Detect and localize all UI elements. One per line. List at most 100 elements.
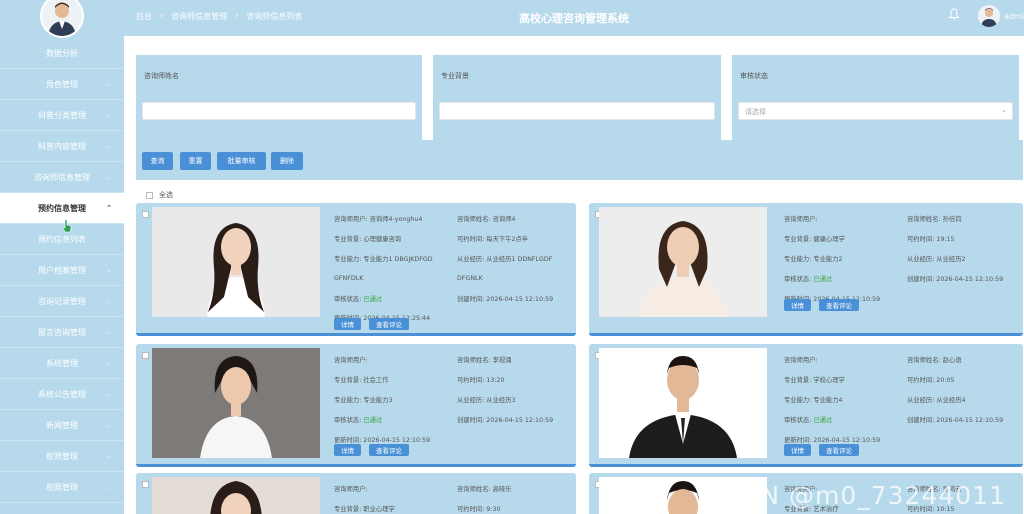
sidebar-item-label: 系统管理	[46, 358, 78, 368]
batch-review-button[interactable]: 批量审核	[217, 152, 266, 170]
sidebar-avatar-wrap	[0, 0, 124, 38]
counselor-photo	[152, 348, 320, 458]
select-all-checkbox[interactable]	[146, 191, 153, 199]
sidebar-item-consult-record[interactable]: 咨询记录管理 ⌄	[0, 286, 124, 317]
chevron-down-icon: ⌄	[106, 111, 112, 119]
major-background: 专业背景: 职业心理学	[334, 506, 395, 514]
detail-button[interactable]: 详情	[784, 444, 811, 456]
detail-button[interactable]: 详情	[334, 318, 361, 330]
major-background: 专业背景: 社会工作	[334, 377, 389, 385]
sidebar-item-message[interactable]: 留言咨询管理 ⌄	[0, 317, 124, 348]
action-bar: 查询 重置 批量审核 删除	[136, 140, 1023, 180]
counselor-name: 咨询师姓名: 李视涌	[457, 357, 512, 365]
card-checkbox[interactable]	[142, 352, 149, 359]
sidebar-item-notice[interactable]: 系统公告管理 ⌄	[0, 379, 124, 410]
detail-button[interactable]: 详情	[334, 444, 361, 456]
view-review-button[interactable]: 查看评论	[369, 444, 409, 456]
sidebar-item-counselor[interactable]: 咨询师信息管理 ⌄	[0, 162, 124, 193]
sidebar-item-data-analysis[interactable]: 数据分析	[0, 38, 124, 69]
review-status: 审核状态: 已通过	[784, 274, 907, 283]
experience: 从业经历: 从业经历4	[907, 396, 966, 404]
counselor-info: 咨询师用户: 咨询师姓名: 孙倍钧 专业背景: 健康心理学 可约时间: 19:15 …	[784, 209, 1024, 308]
available-time: 可约时间: 20:05	[907, 377, 955, 385]
portrait-woman-icon	[599, 207, 767, 317]
sidebar-item-permission-2[interactable]: 权限管理 ⌄	[0, 472, 124, 503]
counselor-user: 咨询师用户: 咨询师4-yonghu4	[334, 216, 423, 224]
created-time: 创建时间: 2026-04-15 12:10:59	[907, 275, 1004, 283]
ability-continued: GFNFDLK	[334, 274, 364, 282]
sidebar-item-label: 用户档案管理	[38, 265, 86, 275]
chevron-down-icon: ⌄	[106, 359, 112, 367]
sidebar-item-label: 权限管理	[46, 482, 78, 492]
select-all[interactable]: 全选	[146, 190, 173, 200]
bell-icon[interactable]	[948, 8, 960, 20]
ability: 专业能力: 专业能力3	[334, 396, 393, 404]
counselor-name: 咨询师姓名: 孙倍钧	[907, 216, 962, 224]
available-time: 可约时间: 9:30	[457, 506, 501, 514]
ability: 专业能力: 专业能力4	[784, 396, 843, 404]
review-status: 审核状态: 已通过	[334, 294, 457, 303]
sidebar-item-label: 数据分析	[46, 48, 78, 58]
sidebar-item-system[interactable]: 系统管理 ⌄	[0, 348, 124, 379]
counselor-name-input[interactable]	[142, 102, 416, 120]
chevron-down-icon: ⌄	[106, 297, 112, 305]
delete-button[interactable]: 删除	[271, 152, 303, 170]
counselor-name: 咨询师姓名: 咨询师4	[457, 216, 516, 224]
chevron-down-icon: ⌄	[106, 452, 112, 460]
card-checkbox[interactable]	[142, 211, 149, 218]
counselor-photo	[152, 207, 320, 317]
reset-button[interactable]: 重置	[180, 152, 211, 170]
sidebar-item-permission[interactable]: 权限管理 ⌄	[0, 441, 124, 472]
header-username[interactable]: admin	[1004, 12, 1024, 21]
counselor-info: 咨询师用户: 咨询师姓名: 李视涌 专业背景: 社会工作 可约时间: 13:20 专…	[334, 350, 574, 449]
status-badge: 已通过	[813, 416, 833, 424]
chevron-down-icon: ⌄	[106, 421, 112, 429]
major-background: 专业背景: 学校心理学	[784, 377, 845, 385]
experience: 从业经历: 从业经历1 DDNFLGDF	[457, 255, 553, 263]
sidebar-item-science-category[interactable]: 科普分类管理 ⌄	[0, 100, 124, 131]
available-time: 可约时间: 每天下午2点半	[457, 236, 529, 244]
top-header: 后台 › 咨询师信息管理 › 咨询师信息列表 高校心理咨询管理系统 admin	[124, 0, 1024, 36]
sidebar-item-user-profile[interactable]: 用户档案管理 ⌄	[0, 255, 124, 286]
portrait-man-icon	[599, 348, 767, 458]
sidebar-item-news[interactable]: 新闻管理 ⌄	[0, 410, 124, 441]
query-button[interactable]: 查询	[142, 152, 173, 170]
header-avatar[interactable]	[978, 5, 1000, 27]
updated-time: 更新时间: 2026-04-15 12:10:59	[334, 436, 431, 444]
view-review-button[interactable]: 查看评论	[819, 444, 859, 456]
ability: 专业能力: 专业能力1 DBGJKDFGD	[334, 255, 433, 263]
created-time: 创建时间: 2026-04-15 12:10:59	[457, 295, 554, 303]
counselor-info: 咨询师用户: 咨询师4-yonghu4 咨询师姓名: 咨询师4 专业背景: 心理健…	[334, 209, 574, 328]
search-major-label: 专业背景	[441, 72, 469, 80]
card-actions: 详情 查看评论	[334, 444, 409, 456]
status-badge: 已通过	[813, 275, 833, 283]
counselor-name: 咨询师姓名: 赵心语	[907, 357, 962, 365]
chevron-down-icon: ⌄	[106, 142, 112, 150]
sidebar-item-role[interactable]: 角色管理 ⌄	[0, 69, 124, 100]
sidebar-item-label: 角色管理	[46, 79, 78, 89]
review-status-select[interactable]: 请选择	[738, 102, 1013, 120]
major-background-input[interactable]	[439, 102, 715, 120]
card-checkbox[interactable]	[142, 481, 149, 488]
card-actions: 详情 查看评论	[784, 444, 859, 456]
user-avatar-icon	[978, 5, 1000, 27]
avatar[interactable]	[40, 0, 84, 38]
view-review-button[interactable]: 查看评论	[369, 318, 409, 330]
chevron-down-icon: ⌄	[106, 328, 112, 336]
review-status-label: 审核状态:	[784, 416, 812, 424]
view-review-button[interactable]: 查看评论	[819, 299, 859, 311]
sidebar-item-science-content[interactable]: 科普内容管理 ⌄	[0, 131, 124, 162]
search-status-label: 审核状态	[740, 72, 768, 80]
review-status-label: 审核状态:	[334, 416, 362, 424]
portrait-woman-icon	[152, 207, 320, 317]
status-badge: 已通过	[363, 416, 383, 424]
detail-button[interactable]: 详情	[784, 299, 811, 311]
search-name-label: 咨询师姓名	[144, 72, 179, 80]
sidebar-item-label: 科普分类管理	[38, 110, 86, 120]
ability: 专业能力: 专业能力2	[784, 255, 843, 263]
chevron-down-icon: ⌄	[106, 173, 112, 181]
main-content: 咨询师姓名 专业背景 审核状态 请选择 ⌄ 查询 重置 批量审核 删除 全选 咨…	[124, 36, 1024, 514]
sidebar-item-label: 科普内容管理	[38, 141, 86, 151]
counselor-info: 咨询师用户: 咨询师姓名: 赵心语 专业背景: 学校心理学 可约时间: 20:05 …	[784, 350, 1024, 449]
created-time: 创建时间: 2026-04-15 12:10:59	[457, 416, 554, 424]
